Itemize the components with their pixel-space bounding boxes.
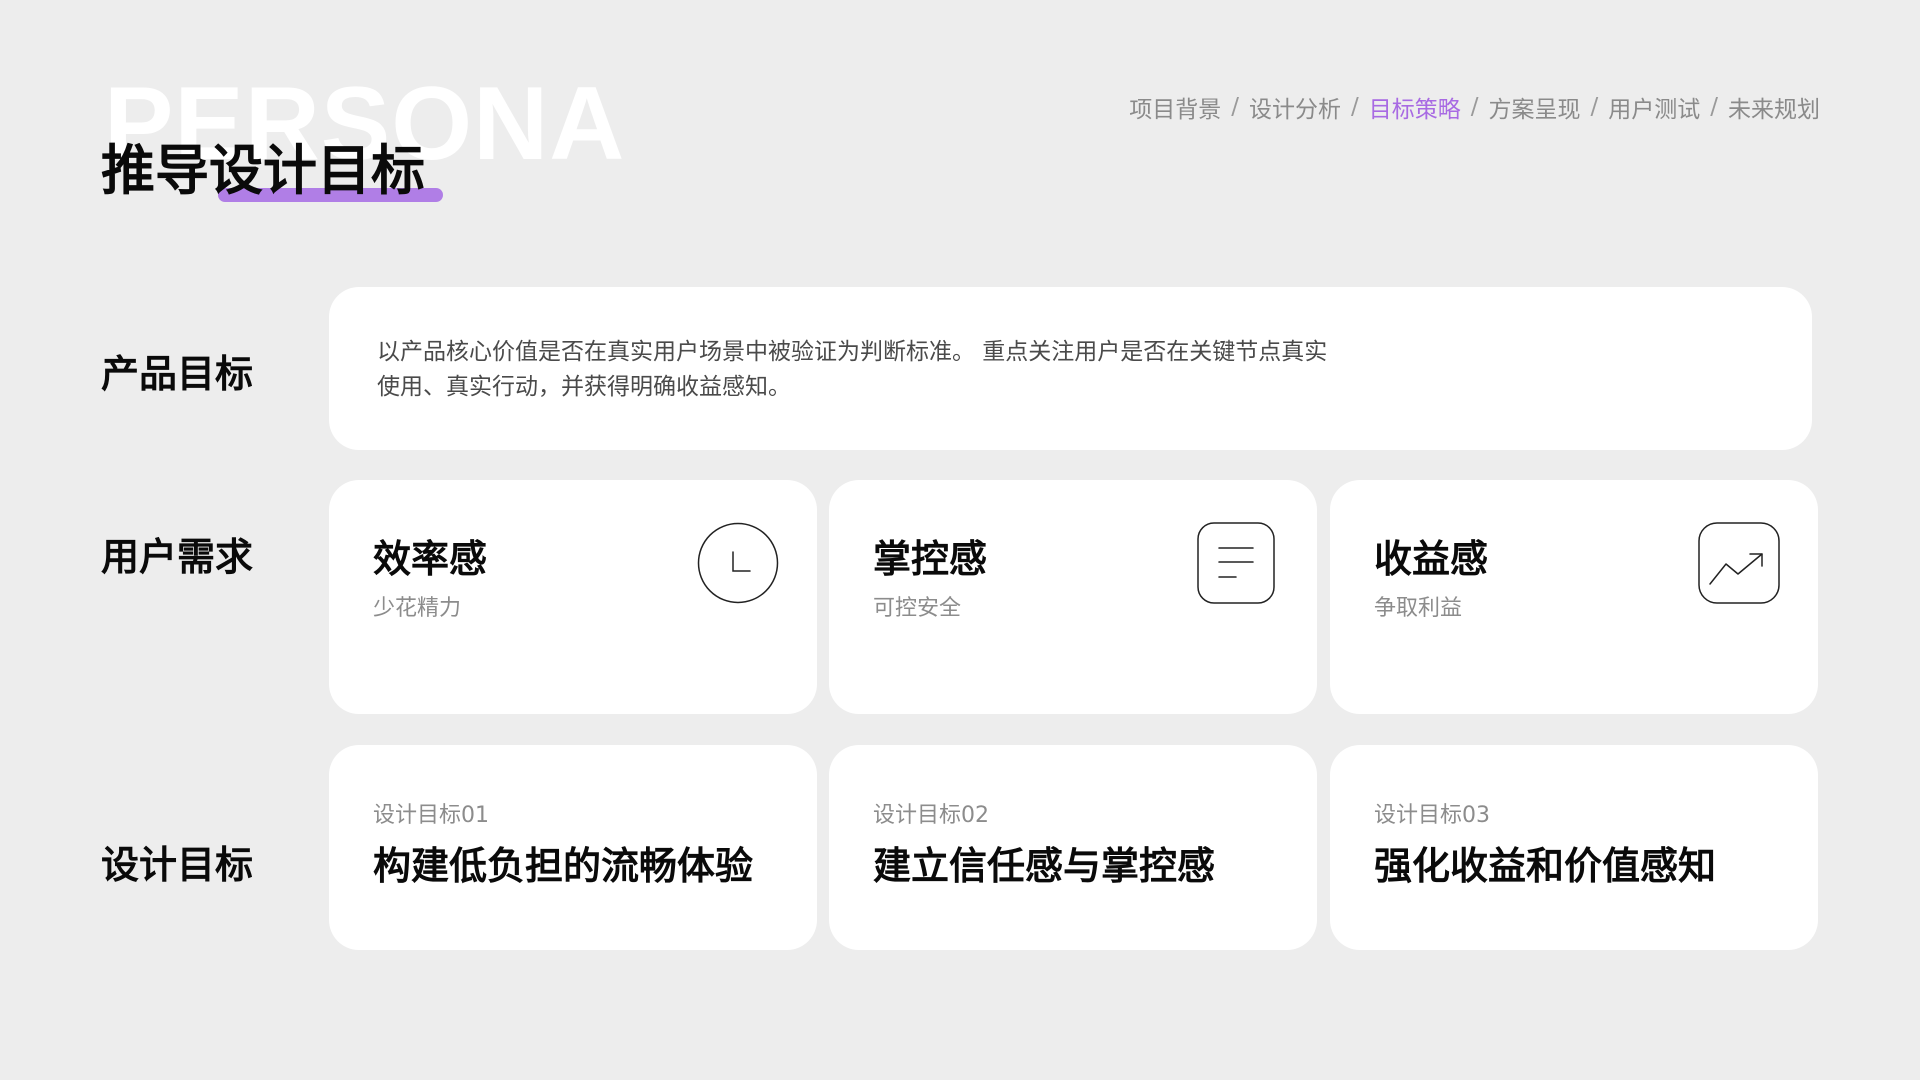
- row-label-product-goal: 产品目标: [101, 352, 254, 396]
- product-goal-line-1: 以产品核心价值是否在真实用户场景中被验证为判断标准。 重点关注用户是否在关键节点…: [377, 339, 1328, 365]
- row-label-design-goals: 设计目标: [101, 843, 254, 887]
- design-goal-title: 建立信任感与掌控感: [873, 844, 1216, 888]
- breadcrumb-item-background[interactable]: 项目背景: [1129, 90, 1221, 124]
- need-card-subtitle: 少花精力: [373, 596, 462, 621]
- breadcrumb-item-solution[interactable]: 方案呈现: [1489, 90, 1581, 124]
- breadcrumb-item-analysis[interactable]: 设计分析: [1249, 90, 1341, 124]
- breadcrumb-item-testing[interactable]: 用户测试: [1608, 90, 1700, 124]
- need-card-benefit: 收益感 争取利益: [1330, 480, 1818, 714]
- need-card-efficiency: 效率感 少花精力: [329, 480, 817, 714]
- need-card-title: 掌控感: [873, 537, 988, 581]
- need-card-control: 掌控感 可控安全: [829, 480, 1317, 714]
- design-goal-title: 构建低负担的流畅体验: [373, 844, 754, 888]
- page-title: 推导设计目标: [101, 139, 425, 202]
- breadcrumb-item-strategy[interactable]: 目标策略: [1369, 90, 1461, 124]
- breadcrumb-item-future[interactable]: 未来规划: [1728, 90, 1820, 124]
- product-goal-line-2: 使用、真实行动，并获得明确收益感知。: [377, 374, 791, 400]
- design-goal-title: 强化收益和价值感知: [1374, 844, 1717, 888]
- breadcrumb-separator: /: [1710, 94, 1718, 120]
- clock-icon: [697, 522, 779, 604]
- need-card-title: 收益感: [1374, 537, 1489, 581]
- product-goal-text: 以产品核心价值是否在真实用户场景中被验证为判断标准。 重点关注用户是否在关键节点…: [377, 335, 1437, 405]
- product-goal-card: 以产品核心价值是否在真实用户场景中被验证为判断标准。 重点关注用户是否在关键节点…: [329, 287, 1812, 450]
- breadcrumb-separator: /: [1231, 94, 1239, 120]
- document-lines-icon: [1197, 522, 1275, 604]
- breadcrumb-separator: /: [1470, 94, 1479, 120]
- trend-up-icon: [1698, 522, 1780, 604]
- design-goal-number: 设计目标03: [1374, 803, 1490, 828]
- need-card-subtitle: 争取利益: [1374, 596, 1463, 621]
- need-card-title: 效率感: [373, 537, 488, 581]
- page-title-group: 推导设计目标: [101, 138, 443, 204]
- design-goal-number: 设计目标01: [373, 803, 489, 828]
- need-card-subtitle: 可控安全: [873, 596, 962, 621]
- breadcrumb-separator: /: [1351, 94, 1359, 120]
- design-goal-card-1: 设计目标01 构建低负担的流畅体验: [329, 745, 817, 950]
- design-goal-card-2: 设计目标02 建立信任感与掌控感: [829, 745, 1317, 950]
- design-goal-card-3: 设计目标03 强化收益和价值感知: [1330, 745, 1818, 950]
- breadcrumb-separator: /: [1590, 94, 1599, 120]
- row-label-user-needs: 用户需求: [101, 535, 254, 579]
- breadcrumb: 项目背景 / 设计分析 / 目标策略 / 方案呈现 / 用户测试 / 未来规划: [1129, 90, 1820, 124]
- design-goal-number: 设计目标02: [873, 803, 989, 828]
